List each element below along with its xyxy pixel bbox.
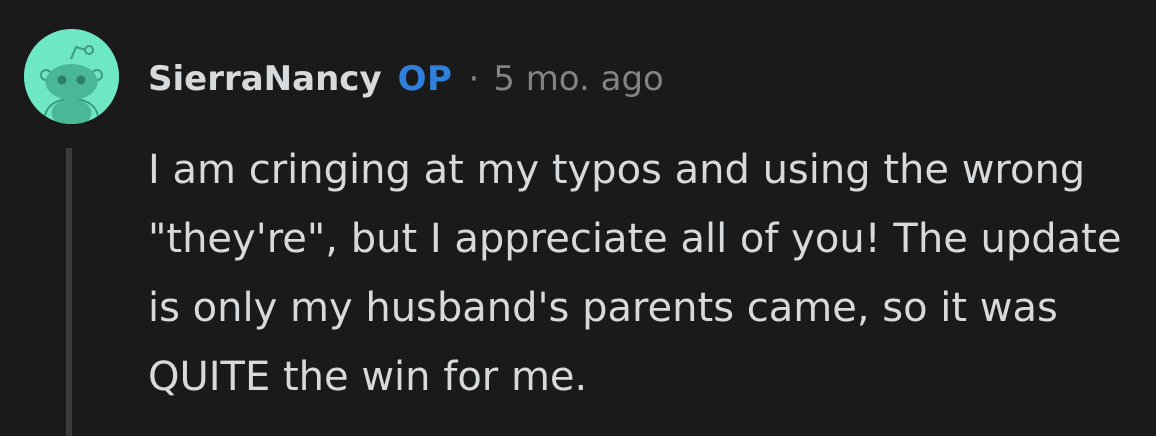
snoo-avatar-icon — [24, 29, 119, 124]
comment: SierraNancy OP · 5 mo. ago I am cringing… — [0, 0, 1156, 436]
comment-timestamp[interactable]: 5 mo. ago — [493, 59, 664, 99]
meta-separator: · — [468, 59, 480, 99]
op-badge: OP — [397, 59, 453, 99]
comment-body: I am cringing at my typos and using the … — [148, 147, 1122, 400]
thread-line[interactable] — [66, 148, 72, 436]
author-username[interactable]: SierraNancy — [148, 59, 382, 99]
user-avatar[interactable] — [24, 29, 119, 124]
comment-meta: SierraNancy OP · 5 mo. ago — [148, 56, 664, 102]
